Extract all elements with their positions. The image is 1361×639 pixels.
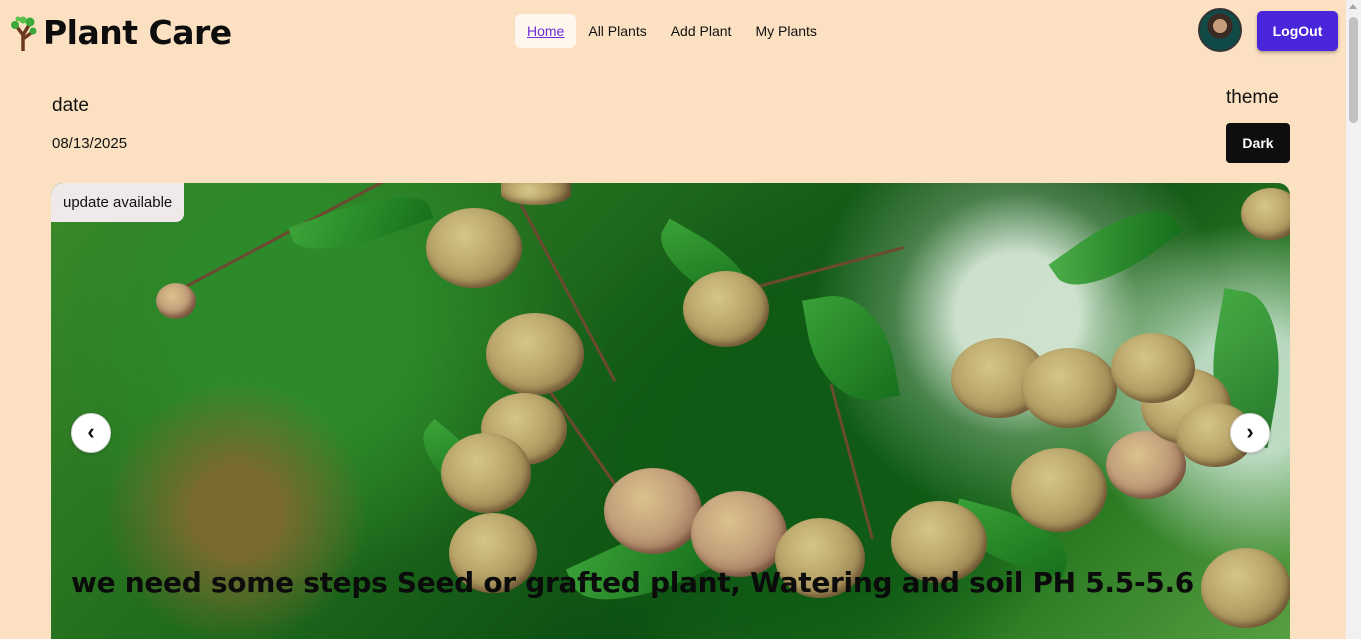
date-value: 08/13/2025	[52, 135, 128, 152]
theme-label: theme	[1226, 87, 1279, 108]
nav-all-plants[interactable]: All Plants	[576, 14, 658, 48]
theme-toggle-button[interactable]: Dark	[1226, 123, 1290, 163]
carousel-prev-button[interactable]: ‹	[71, 413, 111, 453]
main-nav: Home All Plants Add Plant My Plants	[515, 14, 829, 48]
logo[interactable]: Plant Care	[9, 13, 232, 52]
user-avatar[interactable]	[1198, 8, 1242, 52]
page-scrollbar[interactable]	[1346, 0, 1361, 639]
app-title: Plant Care	[43, 13, 232, 52]
nav-home[interactable]: Home	[515, 14, 577, 48]
hero-carousel: update available ‹ › we need some steps …	[51, 183, 1290, 639]
nav-my-plants[interactable]: My Plants	[743, 14, 828, 48]
carousel-caption: we need some steps Seed or grafted plant…	[71, 566, 1194, 599]
logout-button[interactable]: LogOut	[1257, 11, 1338, 51]
page: Plant Care Home All Plants Add Plant My …	[0, 0, 1361, 639]
nav-add-plant[interactable]: Add Plant	[659, 14, 744, 48]
scroll-up-icon[interactable]	[1349, 4, 1357, 9]
carousel-next-button[interactable]: ›	[1230, 413, 1270, 453]
scrollbar-thumb[interactable]	[1349, 17, 1358, 123]
update-badge: update available	[51, 183, 185, 222]
date-label: date	[52, 95, 89, 116]
tree-icon	[11, 16, 37, 51]
